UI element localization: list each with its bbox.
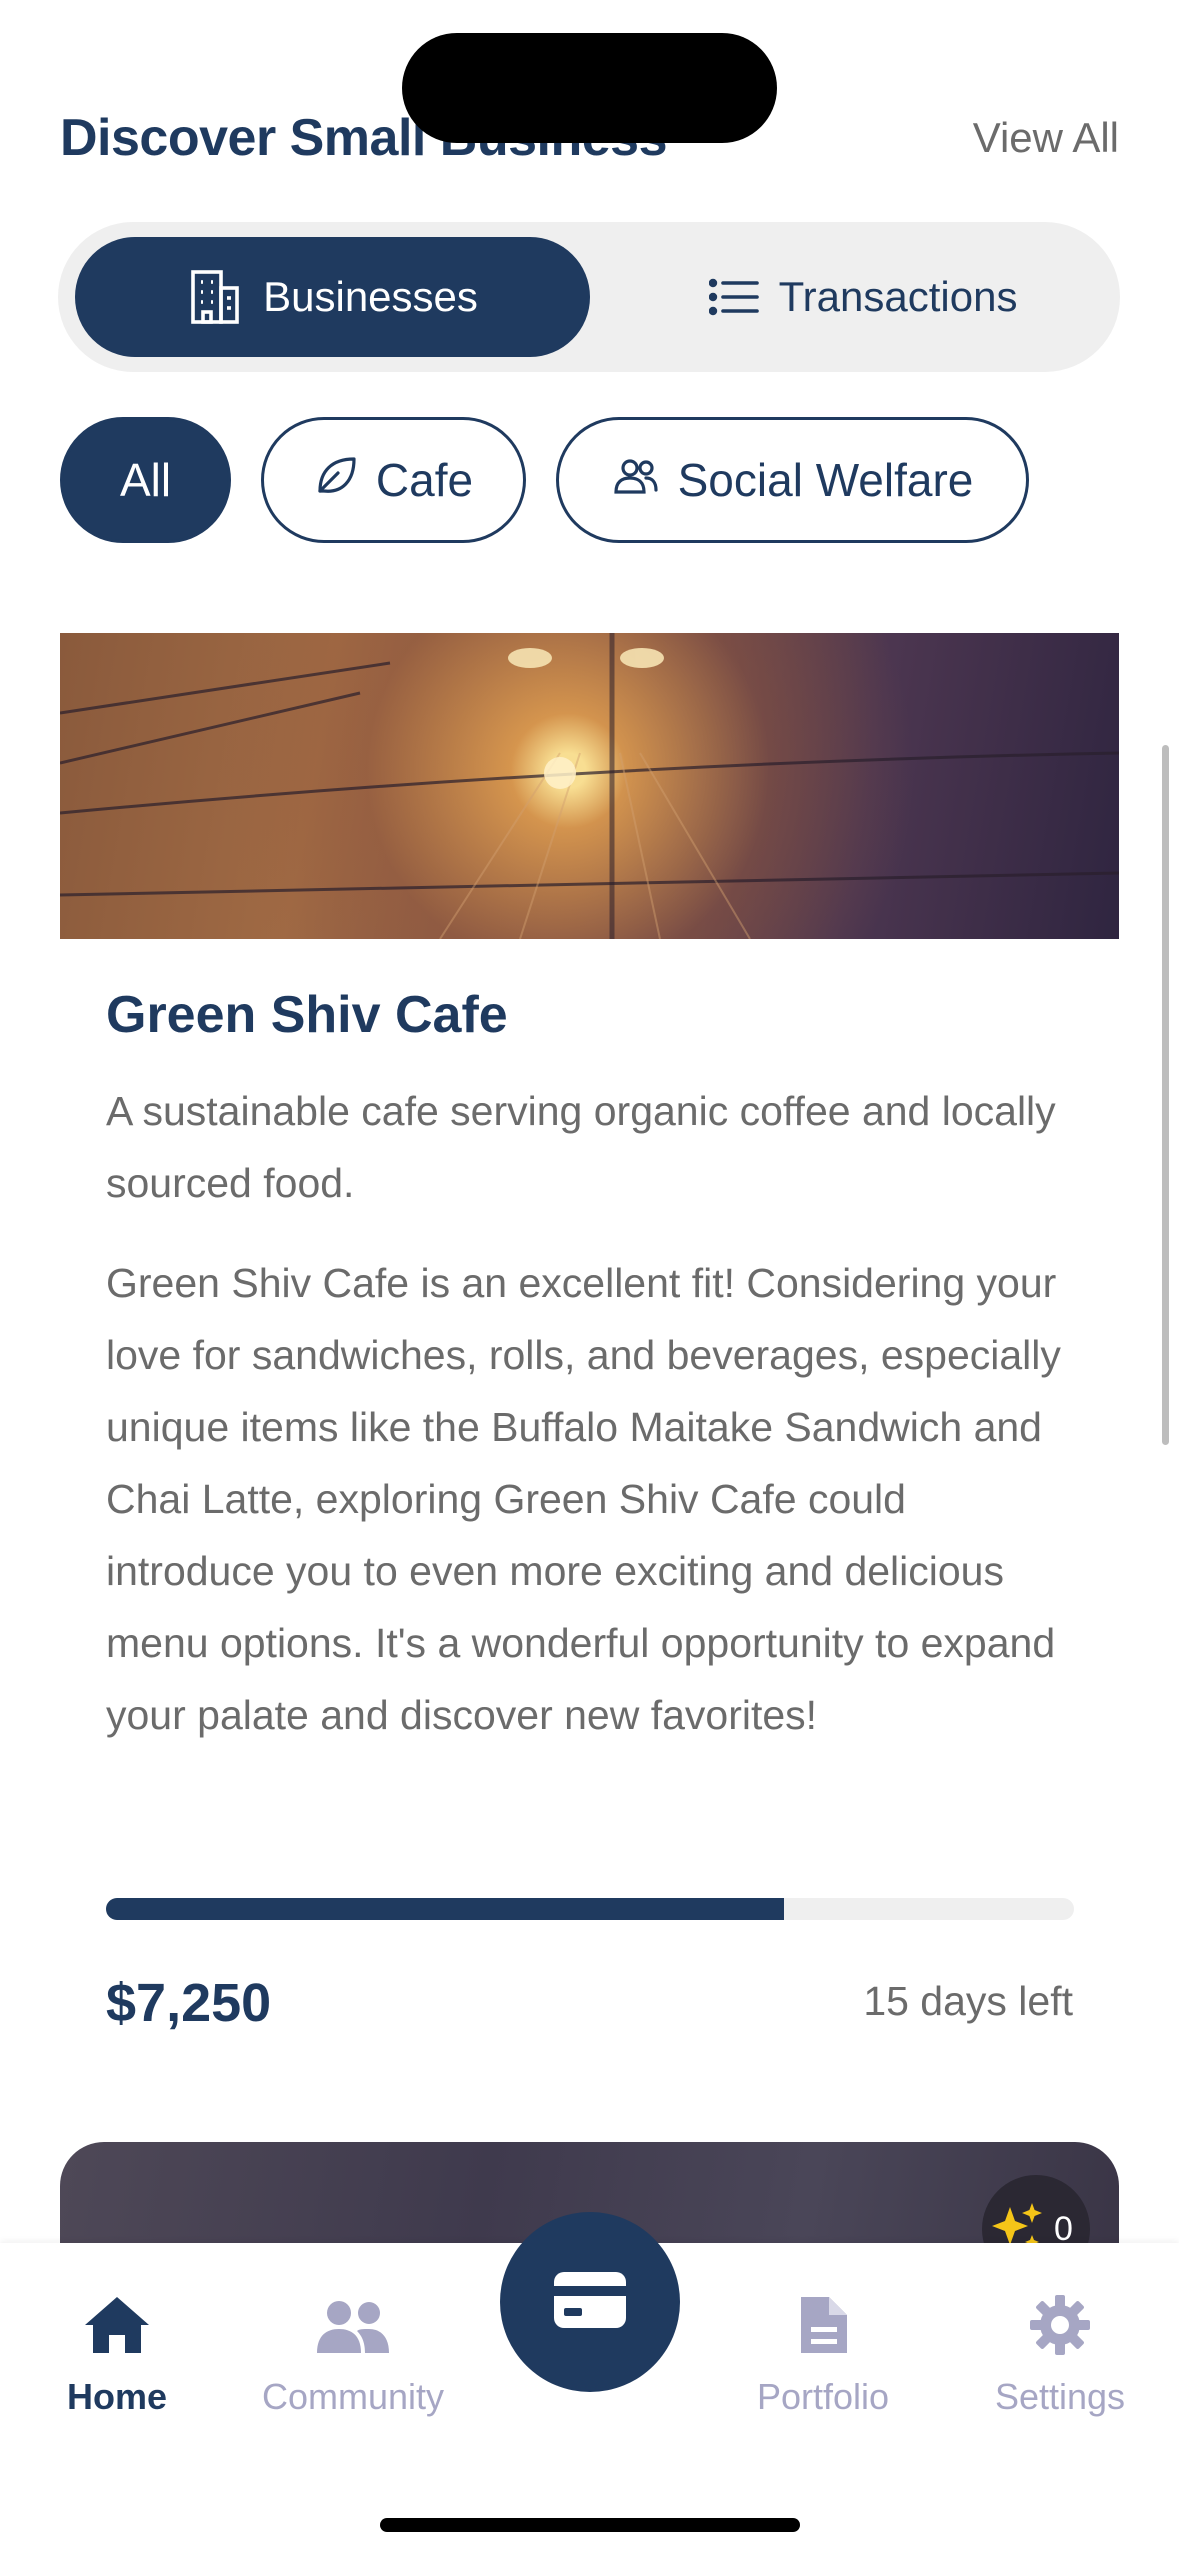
document-icon [795,2293,851,2362]
category-filters: All Cafe Social Welfare [60,417,1029,543]
wallet-fab-button[interactable] [500,2212,680,2392]
business-card-image[interactable] [60,633,1119,939]
segment-businesses[interactable]: Businesses [75,237,590,357]
segment-businesses-label: Businesses [263,273,478,320]
days-left: 15 days left [863,1978,1073,2024]
filter-chip-social-welfare[interactable]: Social Welfare [556,417,1029,543]
users-icon [315,2293,391,2362]
funding-progress-bar [106,1898,1074,1920]
tab-community-label: Community [261,2376,445,2417]
scrollbar[interactable] [1162,745,1169,1445]
segment-transactions-label: Transactions [778,273,1018,320]
people-icon [612,453,660,507]
segmented-control: Businesses Transactions [58,222,1120,372]
house-icon [81,2293,153,2362]
filter-chip-social-welfare-label: Social Welfare [677,454,974,506]
recommendation-text: Green Shiv Cafe is an excellent fit! Con… [106,1260,1061,1738]
segment-transactions[interactable]: Transactions [618,237,1108,357]
tab-community[interactable]: Community [253,2293,453,2418]
tab-home-label: Home [66,2376,168,2417]
list-icon [708,277,759,317]
tab-settings[interactable]: Settings [960,2293,1160,2418]
tab-portfolio-label: Portfolio [756,2376,890,2417]
app-screen: Discover Small Business View All Busines… [0,0,1179,2556]
tab-home[interactable]: Home [17,2293,217,2418]
home-indicator [380,2518,800,2532]
leaf-icon [314,453,358,508]
funding-progress-fill [106,1898,784,1920]
filter-chip-all-label: All [119,454,172,506]
building-icon [187,268,243,326]
funding-amount: $7,250 [106,1973,272,2033]
credit-card-icon [552,2270,628,2335]
business-name[interactable]: Green Shiv Cafe [106,985,508,1045]
tab-portfolio[interactable]: Portfolio [723,2293,923,2418]
filter-chip-cafe[interactable]: Cafe [261,417,526,543]
dynamic-island [402,33,777,143]
business-tagline: A sustainable cafe serving organic coffe… [106,1088,1056,1206]
filter-chip-all[interactable]: All [60,417,231,543]
gear-icon [1028,2293,1092,2362]
view-all-link[interactable]: View All [973,114,1119,162]
filter-chip-cafe-label: Cafe [375,454,474,506]
tab-settings-label: Settings [994,2376,1126,2417]
